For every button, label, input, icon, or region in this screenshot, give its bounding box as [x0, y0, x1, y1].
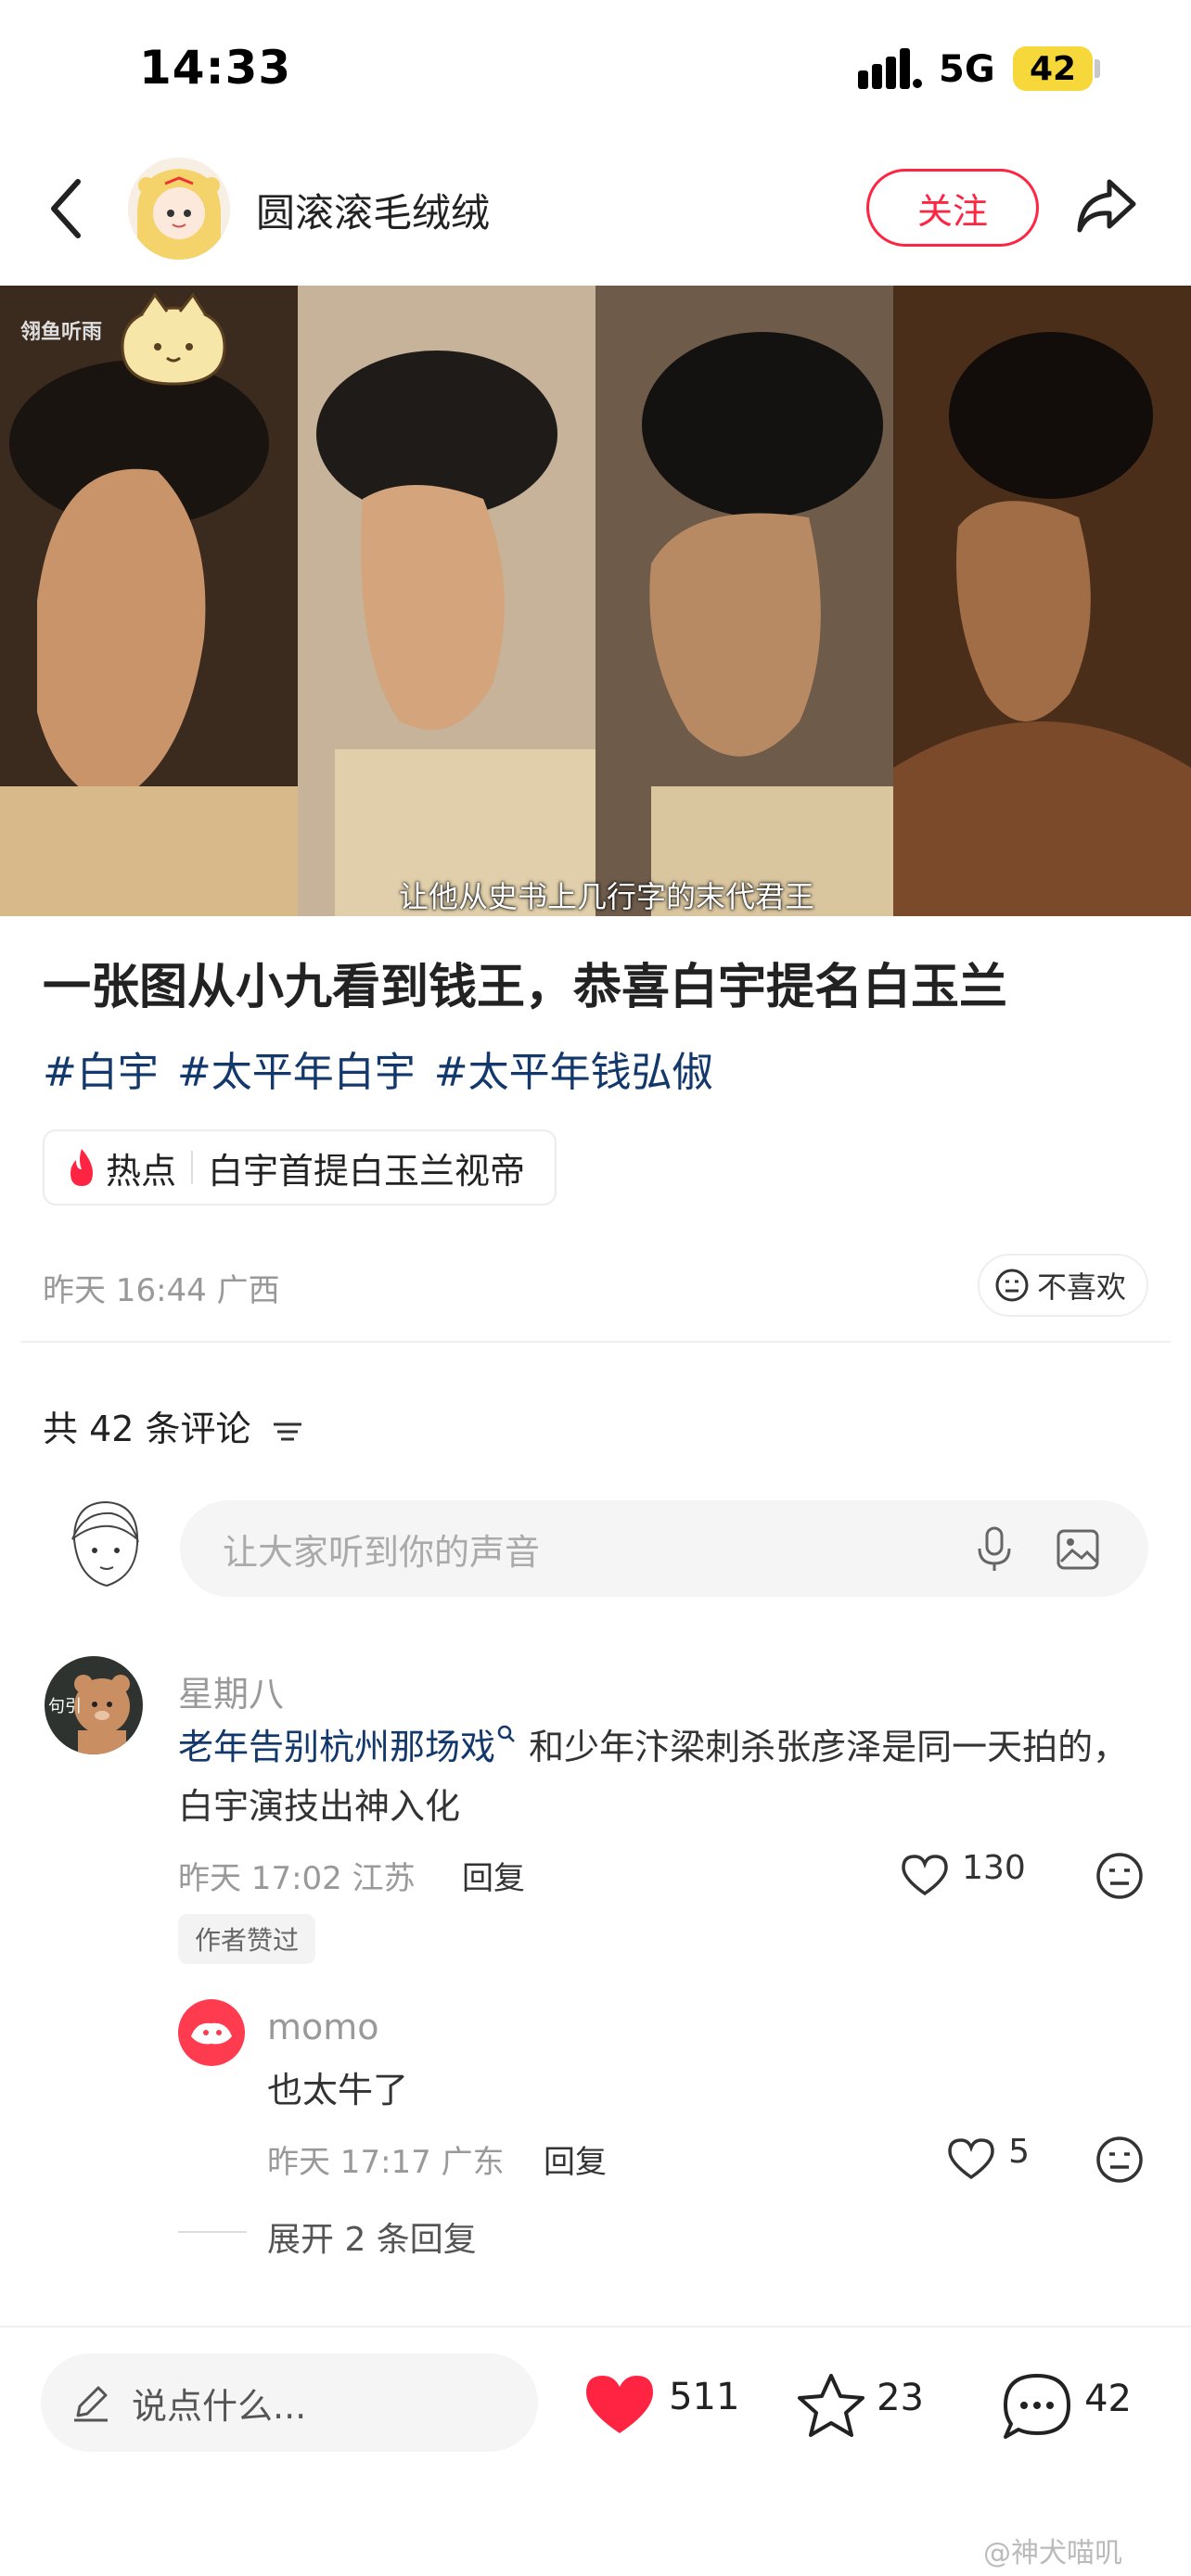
author-avatar[interactable] [128, 158, 230, 260]
expand-replies-button[interactable]: 展开 2 条回复 [267, 2213, 477, 2261]
heart-icon [948, 2137, 994, 2179]
reply-like-count: 5 [1008, 2133, 1030, 2171]
author-liked-badge: 作者赞过 [178, 1914, 316, 1964]
microphone-icon[interactable] [976, 1526, 1013, 1573]
comment-input-placeholder: 让大家听到你的声音 [223, 1531, 541, 1573]
back-icon[interactable] [46, 176, 89, 245]
comment-input[interactable]: 让大家听到你的声音 [180, 1500, 1148, 1597]
comment-link[interactable]: 老年告别杭州那场戏 [178, 1727, 495, 1767]
footer-watermark: @神犬喵叽 [983, 2537, 1122, 2570]
share-icon[interactable] [1074, 176, 1139, 239]
comment-count-bottom: 42 [1084, 2377, 1132, 2420]
reply-meta: 昨天 17:17 广东 [267, 2144, 505, 2181]
hot-topic-chip[interactable]: 热点 白宇首提白玉兰视帝 [43, 1129, 557, 1205]
star-icon [798, 2374, 864, 2437]
post-tags: #白宇 #太平年白宇 #太平年钱弘俶 [43, 1039, 732, 1098]
tag-link[interactable]: #白宇 [43, 1049, 159, 1096]
cat-sticker-icon [121, 292, 226, 386]
sort-icon[interactable] [272, 1419, 303, 1445]
search-icon[interactable] [495, 1723, 518, 1745]
battery-tip [1095, 59, 1100, 78]
tag-link[interactable]: #太平年白宇 [177, 1049, 416, 1096]
meh-face-icon[interactable] [1095, 1851, 1145, 1901]
status-time: 14:33 [139, 41, 292, 95]
meh-face-icon [995, 1269, 1029, 1302]
my-avatar [56, 1493, 152, 1600]
dislike-button[interactable]: 不喜欢 [978, 1254, 1149, 1317]
collect-button[interactable]: 23 [794, 2370, 924, 2441]
dislike-label: 不喜欢 [1037, 1269, 1127, 1305]
cellular-signal-icon [858, 48, 923, 93]
hot-label: 热点 [106, 1150, 177, 1192]
expand-divider [178, 2231, 247, 2233]
replier-name[interactable]: momo [267, 2007, 379, 2047]
collect-count: 23 [877, 2376, 924, 2419]
reply-button[interactable]: 回复 [544, 2136, 607, 2182]
image-caption: 让他从史书上几行字的末代君王 [399, 879, 815, 914]
section-divider [20, 1341, 1171, 1343]
comment-like-button[interactable]: 130 [900, 1849, 1026, 1897]
hot-topic-text: 白宇首提白玉兰视帝 [208, 1150, 526, 1192]
commenter-avatar[interactable]: 句引 [45, 1656, 143, 1754]
reply-like-button[interactable]: 5 [946, 2133, 1030, 2181]
like-count: 511 [669, 2375, 740, 2418]
post-title: 一张图从小九看到钱王，恭喜白宇提名白玉兰 [43, 960, 1008, 1015]
like-button[interactable]: 511 [583, 2372, 739, 2437]
comment-count[interactable]: 共 42 条评论 [43, 1400, 303, 1451]
flame-icon [70, 1149, 93, 1186]
avatar-label: 句引 [48, 1697, 82, 1716]
author-name[interactable]: 圆滚滚毛绒绒 [256, 182, 490, 238]
bottom-divider [0, 2326, 1191, 2327]
heart-icon [902, 1854, 948, 1895]
comment-count-label: 共 42 条评论 [43, 1409, 251, 1449]
replier-avatar[interactable] [178, 1999, 245, 2066]
image-icon[interactable] [1056, 1528, 1100, 1571]
image-watermark: 翎鱼听雨 [20, 321, 103, 344]
battery-icon: 42 [1013, 46, 1093, 91]
post-image[interactable] [0, 286, 1191, 916]
chip-separator [191, 1151, 194, 1184]
comment-meta: 昨天 17:02 江苏 [178, 1860, 416, 1897]
commenter-name[interactable]: 星期八 [178, 1665, 284, 1716]
comment-text: 老年告别杭州那场戏 和少年汴梁刺杀张彦泽是同一天拍的，白宇演技出神入化 [178, 1717, 1152, 1836]
chat-bubble-icon [1004, 2374, 1070, 2439]
tag-link[interactable]: #太平年钱弘俶 [434, 1049, 713, 1096]
comment-button[interactable]: 42 [1000, 2370, 1132, 2442]
say-placeholder: 说点什么... [132, 2385, 307, 2427]
battery-level: 42 [1029, 49, 1077, 88]
post-meta: 昨天 16:44 广西 [43, 1272, 280, 1309]
reply-text: 也太牛了 [267, 2070, 409, 2111]
meh-face-icon[interactable] [1095, 2135, 1145, 2185]
follow-button[interactable]: 关注 [866, 169, 1039, 247]
network-type: 5G [939, 48, 995, 91]
comment-like-count: 130 [962, 1849, 1026, 1887]
heart-filled-icon [586, 2376, 653, 2433]
reply-button[interactable]: 回复 [462, 1853, 525, 1898]
say-something-input[interactable]: 说点什么... [41, 2353, 538, 2452]
pencil-icon [74, 2386, 108, 2422]
